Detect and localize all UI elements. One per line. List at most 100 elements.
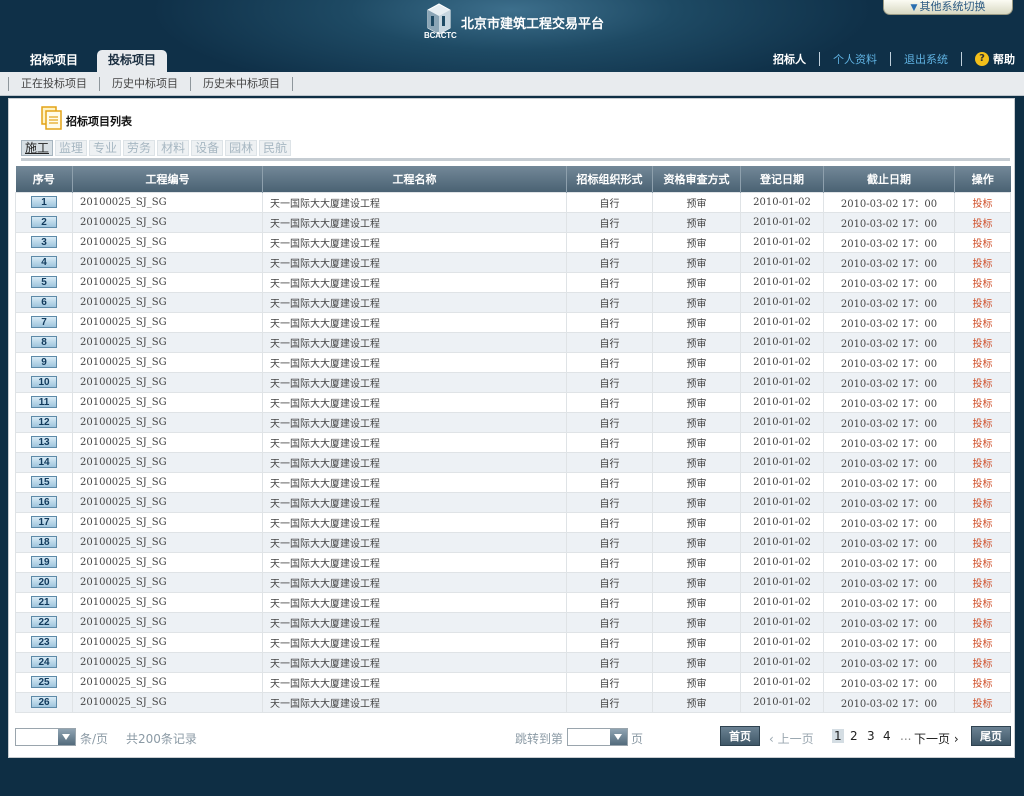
cell-action: 投标 xyxy=(954,391,1011,413)
next-page-link[interactable]: 下一页 › xyxy=(914,730,959,747)
category-tab[interactable]: 园林 xyxy=(225,140,258,156)
col-header-org-form[interactable]: 招标组织形式 xyxy=(566,166,653,192)
col-header-project-no[interactable]: 工程编号 xyxy=(72,166,263,192)
logout-link[interactable]: 退出系统 xyxy=(904,51,948,67)
page-number-2[interactable]: 2 xyxy=(850,729,858,743)
chevron-down-icon[interactable] xyxy=(58,729,75,745)
cell-project-name: 天一国际大大厦建设工程 xyxy=(262,511,567,533)
jump-page-select[interactable] xyxy=(567,728,628,746)
bid-link[interactable]: 投标 xyxy=(973,579,993,590)
bid-link[interactable]: 投标 xyxy=(973,199,993,210)
cell-org-form: 自行 xyxy=(566,571,653,593)
tab-bid-projects[interactable]: 投标项目 xyxy=(97,50,168,72)
category-tab[interactable]: 劳务 xyxy=(123,140,156,156)
bid-link[interactable]: 投标 xyxy=(973,539,993,550)
col-header-deadline[interactable]: 截止日期 xyxy=(823,166,955,192)
bid-link[interactable]: 投标 xyxy=(973,319,993,330)
bid-link[interactable]: 投标 xyxy=(973,599,993,610)
cell-project-no: 20100025_SJ_SG xyxy=(72,251,263,273)
table-row: 10 20100025_SJ_SG 天一国际大大厦建设工程 自行 预审 2010-01-0… xyxy=(15,371,1011,393)
cell-value: 天一国际大大厦建设工程 xyxy=(270,198,380,210)
cell-seq: 21 xyxy=(15,591,73,613)
cell-value: 20100025_SJ_SG xyxy=(80,556,167,568)
prev-page-link[interactable]: ‹ 上一页 xyxy=(769,730,814,747)
cell-project-no: 20100025_SJ_SG xyxy=(72,291,263,313)
cell-value: 自行 xyxy=(599,338,620,350)
bid-link[interactable]: 投标 xyxy=(973,279,993,290)
first-page-button[interactable]: 首页 xyxy=(720,726,760,746)
bid-link[interactable]: 投标 xyxy=(973,239,993,250)
bid-link[interactable]: 投标 xyxy=(973,619,993,630)
cell-review-method: 预审 xyxy=(652,511,741,533)
category-tab[interactable]: 设备 xyxy=(191,140,224,156)
help-icon[interactable]: ? xyxy=(975,52,989,66)
cell-project-name: 天一国际大大厦建设工程 xyxy=(262,551,567,573)
category-tab[interactable]: 民航 xyxy=(259,140,292,156)
cell-project-name: 天一国际大大厦建设工程 xyxy=(262,351,567,373)
bid-link[interactable]: 投标 xyxy=(973,479,993,490)
col-header-seq[interactable]: 序号 xyxy=(15,166,73,192)
cell-register-date: 2010-01-02 xyxy=(740,291,824,313)
bid-link[interactable]: 投标 xyxy=(973,519,993,530)
last-page-button[interactable]: 尾页 xyxy=(971,726,1011,746)
cell-value: 天一国际大大厦建设工程 xyxy=(270,618,380,630)
bid-link[interactable]: 投标 xyxy=(973,679,993,690)
cell-deadline: 2010-03-02 17：00 xyxy=(823,431,955,453)
cell-register-date: 2010-01-02 xyxy=(740,511,824,533)
cell-value: 2010-01-02 xyxy=(753,476,811,488)
page-number-3[interactable]: 3 xyxy=(867,729,875,743)
subnav-historical-won[interactable]: 历史中标项目 xyxy=(99,76,190,91)
system-switch-button[interactable]: ▼ 其他系统切换 xyxy=(883,0,1013,15)
cell-value: 2010-01-02 xyxy=(753,576,811,588)
category-tab[interactable]: 监理 xyxy=(55,140,88,156)
tab-tender-projects[interactable]: 招标项目 xyxy=(19,50,89,72)
category-tab[interactable]: 专业 xyxy=(89,140,122,156)
profile-link[interactable]: 个人资料 xyxy=(833,51,877,67)
bid-link[interactable]: 投标 xyxy=(973,339,993,350)
chevron-down-icon[interactable] xyxy=(610,729,627,745)
cell-action: 投标 xyxy=(954,511,1011,533)
per-page-select[interactable] xyxy=(15,728,76,746)
bid-link[interactable]: 投标 xyxy=(973,639,993,650)
cell-value: 2010-01-02 xyxy=(753,416,811,428)
cell-action: 投标 xyxy=(954,531,1011,553)
bid-link[interactable]: 投标 xyxy=(973,419,993,430)
cell-seq: 19 xyxy=(15,551,73,573)
subnav-current-bids[interactable]: 正在投标项目 xyxy=(8,76,99,91)
bid-link[interactable]: 投标 xyxy=(973,379,993,390)
bid-link[interactable]: 投标 xyxy=(973,499,993,510)
page-number-4[interactable]: 4 xyxy=(883,729,891,743)
cell-org-form: 自行 xyxy=(566,651,653,673)
cell-register-date: 2010-01-02 xyxy=(740,651,824,673)
category-tab[interactable]: 材料 xyxy=(157,140,190,156)
cell-value: 2010-03-02 17：00 xyxy=(840,378,938,390)
page-number-1[interactable]: 1 xyxy=(832,729,844,743)
cell-value: 预审 xyxy=(686,258,707,270)
bid-link[interactable]: 投标 xyxy=(973,359,993,370)
bid-link[interactable]: 投标 xyxy=(973,259,993,270)
cell-project-name: 天一国际大大厦建设工程 xyxy=(262,411,567,433)
help-link[interactable]: 帮助 xyxy=(993,51,1015,67)
subnav-historical-lost[interactable]: 历史未中标项目 xyxy=(190,76,293,91)
cell-org-form: 自行 xyxy=(566,611,653,633)
cell-seq: 26 xyxy=(15,691,73,713)
cell-action: 投标 xyxy=(954,231,1011,253)
cell-deadline: 2010-03-02 17：00 xyxy=(823,631,955,653)
bid-link[interactable]: 投标 xyxy=(973,699,993,710)
col-header-register-date[interactable]: 登记日期 xyxy=(740,166,824,192)
cell-deadline: 2010-03-02 17：00 xyxy=(823,451,955,473)
bid-link[interactable]: 投标 xyxy=(973,459,993,470)
bid-link[interactable]: 投标 xyxy=(973,299,993,310)
col-header-project-name[interactable]: 工程名称 xyxy=(262,166,567,192)
bid-link[interactable]: 投标 xyxy=(973,399,993,410)
cell-org-form: 自行 xyxy=(566,291,653,313)
bid-link[interactable]: 投标 xyxy=(973,559,993,570)
bid-link[interactable]: 投标 xyxy=(973,659,993,670)
bid-link[interactable]: 投标 xyxy=(973,439,993,450)
col-header-review-method[interactable]: 资格审查方式 xyxy=(652,166,741,192)
logo-text: BCACTC xyxy=(424,31,457,40)
bid-link[interactable]: 投标 xyxy=(973,219,993,230)
divider xyxy=(819,52,820,66)
cell-seq: 11 xyxy=(15,391,73,413)
category-tab[interactable]: 施工 xyxy=(21,140,54,156)
